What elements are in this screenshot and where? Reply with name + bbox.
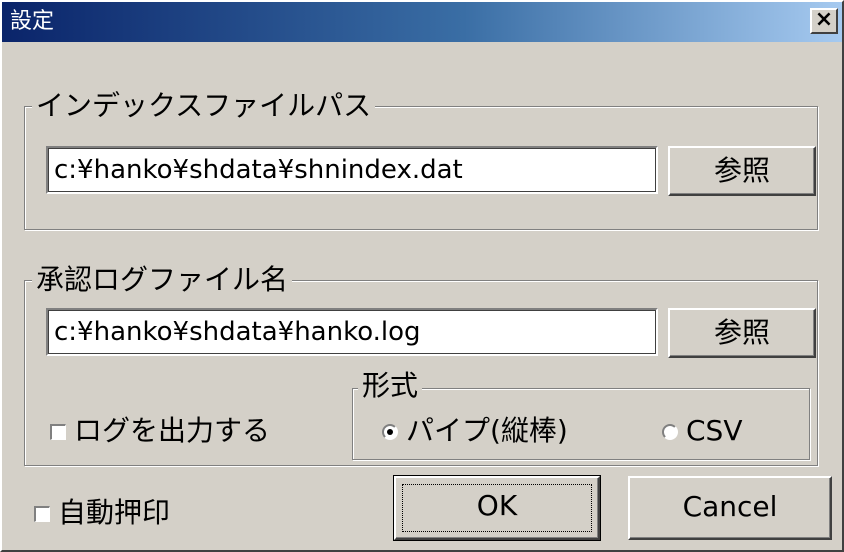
index-file-path-input[interactable]: c:¥hanko¥shdata¥shnindex.dat xyxy=(46,146,658,194)
approval-log-path-input[interactable]: c:¥hanko¥shdata¥hanko.log xyxy=(46,308,658,356)
index-browse-button-label: 参照 xyxy=(713,154,770,187)
cancel-button[interactable]: Cancel xyxy=(628,476,832,540)
ok-button[interactable]: OK xyxy=(393,475,601,541)
auto-stamp-label[interactable]: 自動押印 xyxy=(58,496,170,530)
output-log-label[interactable]: ログを出力する xyxy=(74,414,270,448)
close-icon: × xyxy=(814,7,834,32)
format-pipe-radio[interactable] xyxy=(382,424,398,440)
output-log-checkbox[interactable] xyxy=(50,424,66,440)
log-browse-button[interactable]: 参照 xyxy=(668,308,816,358)
format-group-label: 形式 xyxy=(358,370,423,402)
approval-log-group-label: 承認ログファイル名 xyxy=(32,264,293,296)
index-browse-button[interactable]: 参照 xyxy=(668,146,816,196)
auto-stamp-checkbox[interactable] xyxy=(34,506,50,522)
title-bar[interactable]: 設定 × xyxy=(2,2,842,42)
format-csv-radio[interactable] xyxy=(662,424,678,440)
log-browse-button-label: 参照 xyxy=(713,316,770,349)
ok-focus-rect xyxy=(402,484,592,532)
window-title: 設定 xyxy=(10,9,55,34)
radio-selected-dot xyxy=(387,429,393,435)
cancel-button-label: Cancel xyxy=(682,490,778,523)
index-file-path-group-label: インデックスファイルパス xyxy=(32,90,376,122)
format-csv-label[interactable]: CSV xyxy=(686,414,742,448)
format-pipe-label[interactable]: パイプ(縦棒) xyxy=(406,414,568,448)
settings-dialog: 設定 × インデックスファイルパス c:¥hanko¥shdata¥shnind… xyxy=(0,0,844,552)
close-button[interactable]: × xyxy=(810,8,838,34)
